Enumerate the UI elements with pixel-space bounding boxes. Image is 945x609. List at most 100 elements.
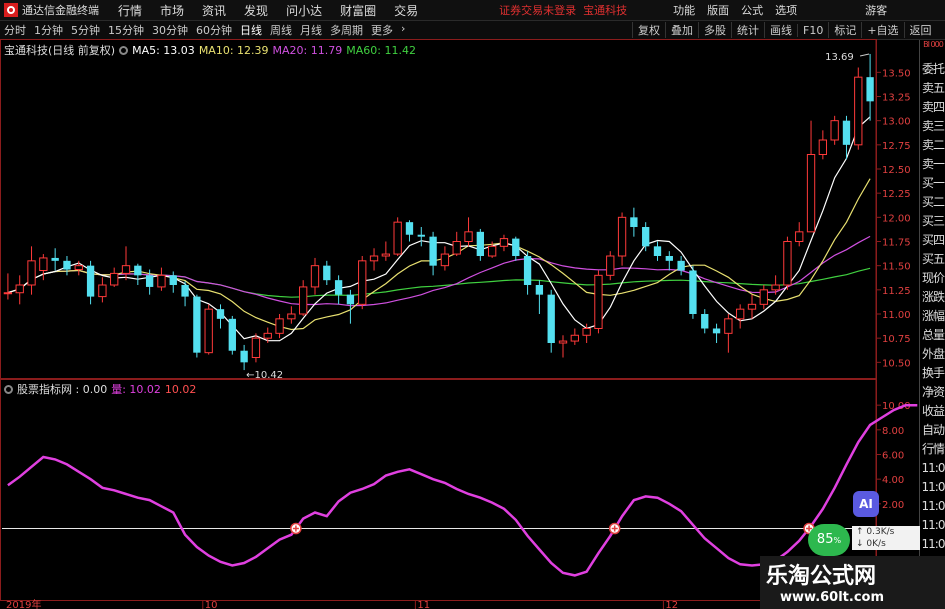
side-panel-item[interactable]: 净资 xyxy=(920,383,945,402)
f10-button[interactable]: F10 xyxy=(797,23,828,37)
period-60min[interactable]: 60分钟 xyxy=(192,22,236,38)
candle-body xyxy=(689,270,697,314)
period-5min[interactable]: 5分钟 xyxy=(67,22,104,38)
menu-item-options[interactable]: 选项 xyxy=(769,2,803,18)
side-panel-item[interactable]: 涨幅 xyxy=(920,307,945,326)
price-axis-label: 13.00 xyxy=(882,117,911,128)
period-multi[interactable]: 多周期 xyxy=(326,22,367,38)
price-axis-label: 12.75 xyxy=(882,141,911,152)
side-panel-item[interactable]: 买三 xyxy=(920,212,945,231)
candle xyxy=(606,251,615,281)
menu-item-layout[interactable]: 版面 xyxy=(701,2,735,18)
candle-body xyxy=(74,265,83,271)
period-30min[interactable]: 30分钟 xyxy=(148,22,192,38)
side-panel-item[interactable]: 11:0 xyxy=(920,459,945,478)
candle xyxy=(181,281,189,307)
price-axis-label: 11.50 xyxy=(882,262,911,273)
candle-body xyxy=(369,255,379,262)
side-panel-item[interactable]: 现价 xyxy=(920,269,945,288)
side-panel-item[interactable]: 行情 xyxy=(920,440,945,459)
watermark-title: 乐淘公式网 xyxy=(766,563,877,589)
x-axis-label: 11 xyxy=(417,600,430,609)
menu-item-ask[interactable]: 问小达 xyxy=(277,2,331,19)
price-axis-label: 13.25 xyxy=(882,93,911,104)
side-panel-item[interactable]: 买一 xyxy=(920,174,945,193)
side-panel-item[interactable]: 卖二 xyxy=(920,136,945,155)
candle-body xyxy=(677,260,685,271)
back-button[interactable]: 返回 xyxy=(903,22,937,38)
candle xyxy=(299,280,308,316)
side-panel-item[interactable]: 买四 xyxy=(920,231,945,250)
chevron-right-icon[interactable]: › xyxy=(397,22,409,38)
cross-up-marker xyxy=(290,522,302,535)
side-panel-item[interactable]: 11:0 xyxy=(920,535,945,554)
gear-icon[interactable] xyxy=(119,45,129,55)
candle-body xyxy=(476,231,484,256)
candle-body xyxy=(570,334,579,342)
overlay-button[interactable]: 叠加 xyxy=(665,22,698,38)
candle xyxy=(86,260,95,305)
adjust-button[interactable]: 复权 xyxy=(632,22,665,38)
period-15min[interactable]: 15分钟 xyxy=(104,22,148,38)
candle xyxy=(523,251,532,295)
period-intraday[interactable]: 分时 xyxy=(0,22,30,38)
ai-assistant-button[interactable]: AI xyxy=(853,491,879,517)
menu-item-formula[interactable]: 公式 xyxy=(735,2,769,18)
period-more[interactable]: 更多 xyxy=(367,22,397,38)
kline-chart[interactable]: 13.50 13.25 13.00 12.75 12.50 12.25 12.00 11.75… xyxy=(0,39,919,609)
side-panel-item[interactable]: 卖三 xyxy=(920,117,945,136)
side-panel-item[interactable]: 换手 xyxy=(920,364,945,383)
side-panel-item[interactable]: 自动 xyxy=(920,421,945,440)
candle-body xyxy=(499,238,509,247)
gear-icon[interactable] xyxy=(4,384,13,394)
side-panel-item[interactable]: 11:0 xyxy=(920,497,945,516)
menu-item-news[interactable]: 资讯 xyxy=(193,2,235,19)
side-panel-item[interactable]: 涨跌 xyxy=(920,288,945,307)
indicator-line xyxy=(7,403,918,577)
menu-item-discover[interactable]: 发现 xyxy=(235,2,277,19)
period-1min[interactable]: 1分钟 xyxy=(30,22,67,38)
period-daily[interactable]: 日线 xyxy=(236,22,266,38)
menu-item-trade[interactable]: 交易 xyxy=(385,2,427,19)
add-watchlist-button[interactable]: +自选 xyxy=(861,22,903,38)
period-monthly[interactable]: 月线 xyxy=(296,22,326,38)
side-panel-item[interactable]: 卖一 xyxy=(920,155,945,174)
side-panel-item[interactable]: 委托 xyxy=(920,60,945,79)
side-panel-item[interactable]: 买二 xyxy=(920,193,945,212)
candle-body xyxy=(204,308,213,354)
candle-body xyxy=(393,221,402,255)
menu-item-wealth[interactable]: 财富圈 xyxy=(331,2,385,19)
side-panel-item[interactable]: 买五 xyxy=(920,250,945,269)
side-panel-item[interactable]: 卖四 xyxy=(920,98,945,117)
candle-body xyxy=(866,77,874,102)
multi-stock-button[interactable]: 多股 xyxy=(698,22,731,38)
stats-button[interactable]: 统计 xyxy=(731,22,764,38)
candle xyxy=(712,323,721,343)
side-panel-item[interactable]: 收益 xyxy=(920,402,945,421)
candle xyxy=(783,236,792,290)
app-logo-icon xyxy=(4,3,18,17)
side-panel-item[interactable]: 总量 xyxy=(920,326,945,345)
ma5-label: MA5: 13.03 xyxy=(132,43,195,57)
side-panel-item[interactable]: 11:0 xyxy=(920,478,945,497)
menu-item-function[interactable]: 功能 xyxy=(667,2,701,18)
candle-body xyxy=(346,294,355,305)
period-weekly[interactable]: 周线 xyxy=(266,22,296,38)
x-axis-label: 2019年 xyxy=(6,598,41,609)
mark-button[interactable]: 标记 xyxy=(828,22,861,38)
draw-button[interactable]: 画线 xyxy=(764,22,797,38)
user-label[interactable]: 游客 xyxy=(865,2,887,18)
candle-body xyxy=(358,260,367,305)
candle xyxy=(440,246,450,271)
candle xyxy=(642,222,650,252)
candle-body xyxy=(193,296,201,353)
network-speed-badge[interactable]: 85% xyxy=(808,524,850,556)
side-panel-item[interactable]: 卖五 xyxy=(920,79,945,98)
login-notice[interactable]: 证券交易未登录 宝通科技 xyxy=(499,2,627,18)
candle-body xyxy=(15,284,24,294)
app-title: 通达信金融终端 xyxy=(22,4,99,17)
side-panel-item[interactable]: 11:0 xyxy=(920,516,945,535)
side-panel-item[interactable]: 外盘 xyxy=(920,345,945,364)
menu-item-board[interactable]: 市场 xyxy=(151,2,193,19)
menu-item-market[interactable]: 行情 xyxy=(109,2,151,19)
